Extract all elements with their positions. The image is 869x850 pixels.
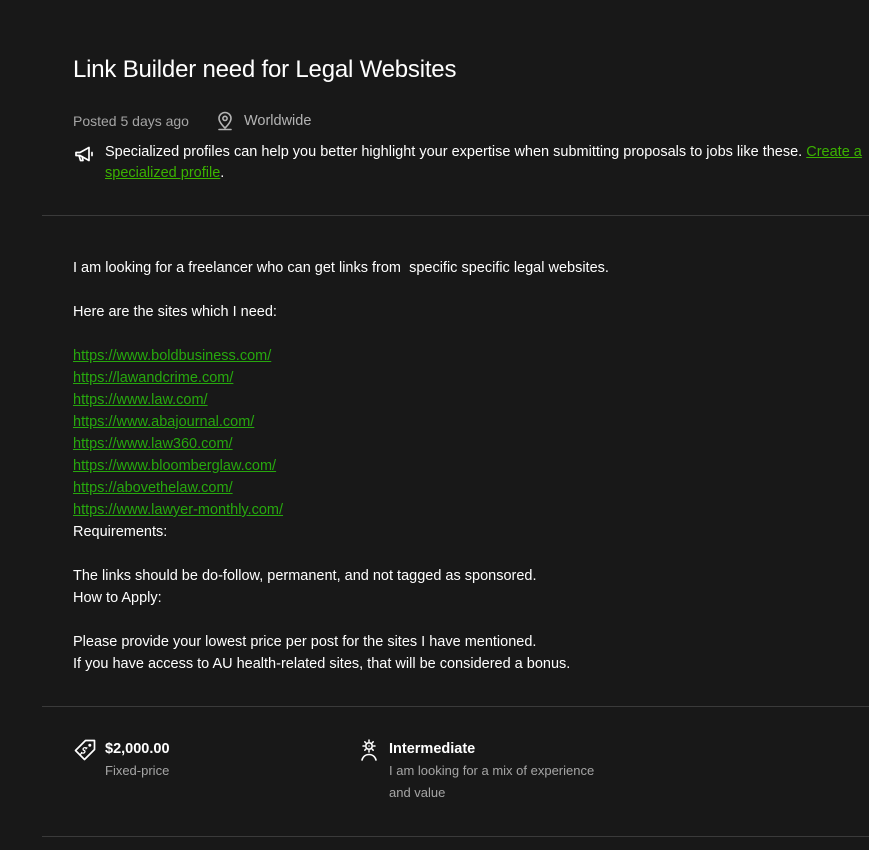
apply-text-1: Please provide your lowest price per pos… xyxy=(73,634,537,650)
job-meta: Posted 5 days ago Worldwide xyxy=(73,111,311,131)
tip-text: Specialized profiles can help you better… xyxy=(105,142,863,184)
megaphone-icon xyxy=(75,146,93,162)
description-intro: I am looking for a freelancer who can ge… xyxy=(73,260,609,276)
section-divider xyxy=(42,836,869,837)
budget-type: Fixed-price xyxy=(105,763,170,778)
requirements-heading: Requirements: xyxy=(73,524,168,540)
job-location: Worldwide xyxy=(216,111,311,131)
experience-level: Intermediate xyxy=(389,741,476,757)
section-divider xyxy=(42,706,869,707)
experience-description-2: and value xyxy=(389,785,446,800)
apply-text-2: If you have access to AU health-related … xyxy=(73,656,571,672)
price-tag-icon xyxy=(74,739,96,761)
site-link[interactable]: https://abovethelaw.com/ xyxy=(73,477,233,499)
requirements-text: The links should be do-follow, permanent… xyxy=(73,568,537,584)
site-link[interactable]: https://www.law360.com/ xyxy=(73,433,233,455)
tip-message: Specialized profiles can help you better… xyxy=(105,144,803,160)
site-link[interactable]: https://www.lawyer-monthly.com/ xyxy=(73,499,283,521)
section-divider xyxy=(42,215,869,216)
job-title: Link Builder need for Legal Websites xyxy=(73,56,457,83)
site-link[interactable]: https://www.boldbusiness.com/ xyxy=(73,345,271,367)
site-link[interactable]: https://www.law.com/ xyxy=(73,389,208,411)
site-link[interactable]: https://lawandcrime.com/ xyxy=(73,367,233,389)
budget-amount: $2,000.00 xyxy=(105,741,170,757)
specialized-profile-tip: Specialized profiles can help you better… xyxy=(73,142,863,184)
site-link[interactable]: https://www.bloomberglaw.com/ xyxy=(73,455,276,477)
experience-feature: Intermediate I am looking for a mix of e… xyxy=(357,738,594,804)
experience-level-icon xyxy=(361,739,377,761)
location-pin-icon xyxy=(218,111,232,131)
apply-heading: How to Apply: xyxy=(73,590,162,606)
posted-date: Posted 5 days ago xyxy=(73,113,189,129)
budget-feature: $2,000.00 Fixed-price xyxy=(73,738,170,782)
tip-suffix: . xyxy=(220,165,225,181)
experience-description-1: I am looking for a mix of experience xyxy=(389,763,595,778)
location-label: Worldwide xyxy=(243,113,312,129)
site-link[interactable]: https://www.abajournal.com/ xyxy=(73,411,254,433)
sites-heading: Here are the sites which I need: xyxy=(73,304,277,320)
job-description: I am looking for a freelancer who can ge… xyxy=(73,257,853,675)
